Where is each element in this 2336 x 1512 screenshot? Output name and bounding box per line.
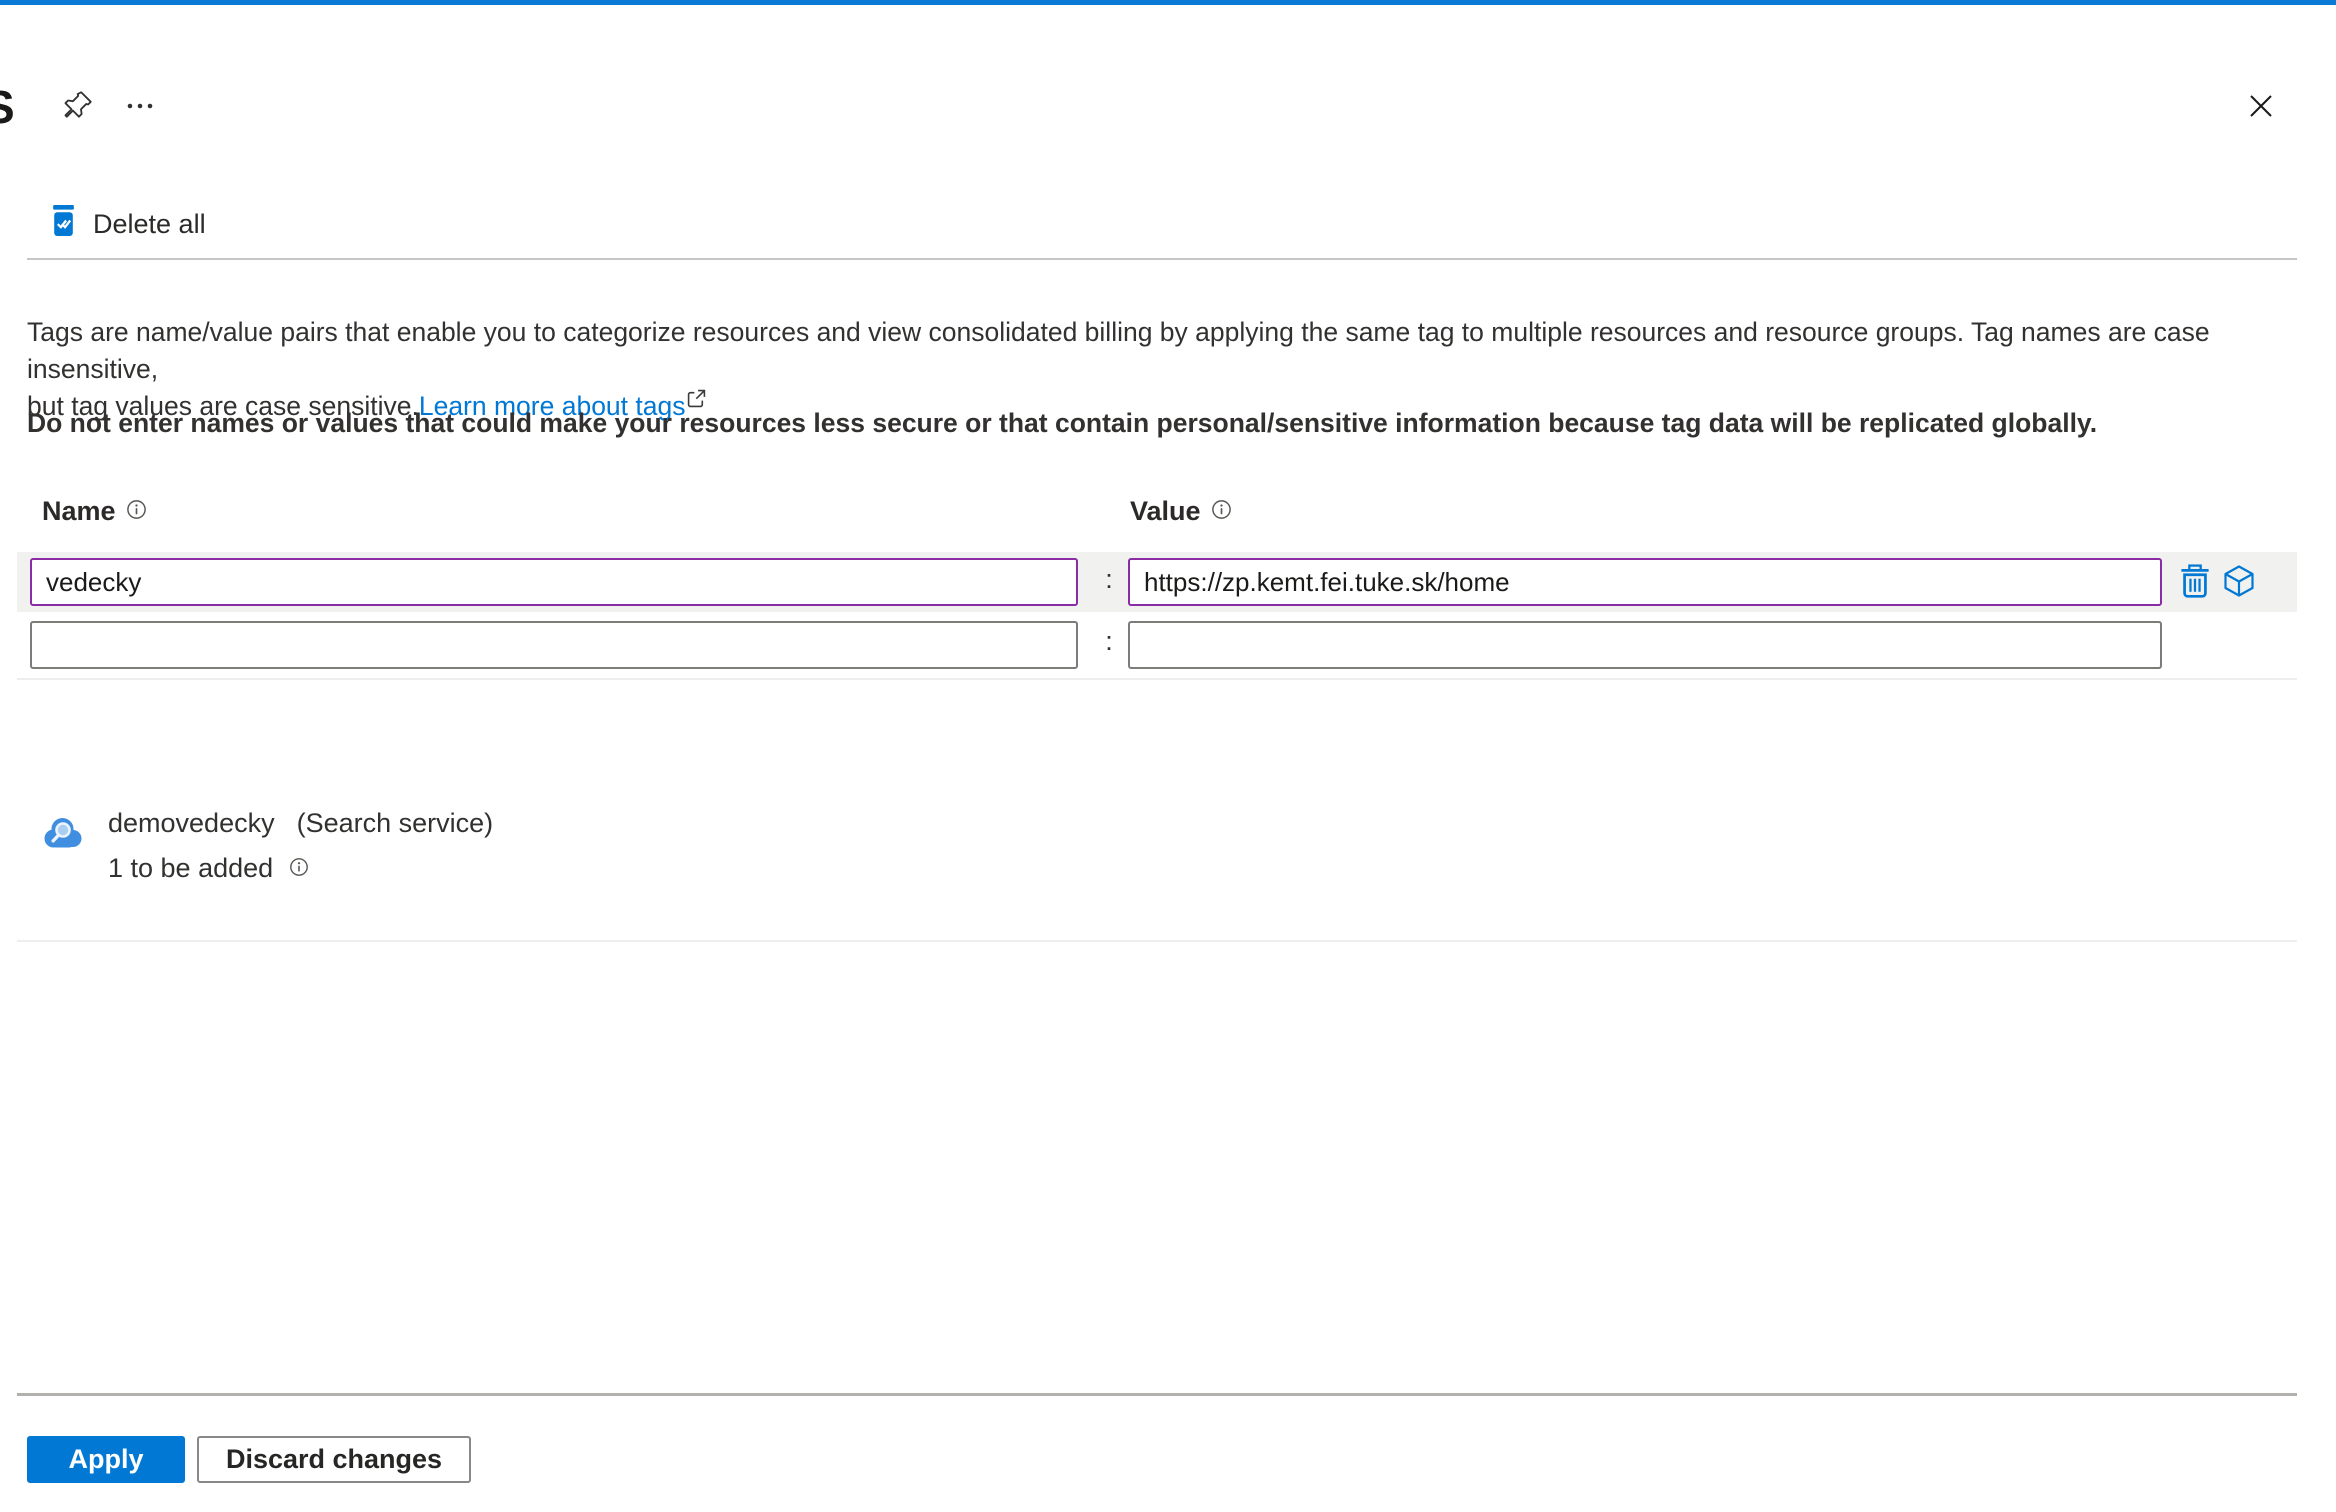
tag-value-input-1[interactable] — [1128, 558, 2162, 606]
commandbar-divider — [27, 258, 2297, 260]
value-header-label: Value — [1130, 496, 1201, 526]
top-accent-bar — [0, 0, 2336, 5]
close-icon — [2245, 90, 2277, 125]
more-options-button[interactable] — [118, 86, 162, 126]
resource-status: 1 to be added — [108, 853, 274, 883]
delete-all-icon — [50, 205, 77, 243]
apply-button[interactable]: Apply — [27, 1436, 185, 1483]
tag-row-2: : — [17, 614, 2297, 674]
footer-divider — [17, 1393, 2297, 1396]
rows-divider — [17, 678, 2297, 680]
ellipsis-icon — [125, 99, 155, 114]
name-value-separator: : — [1105, 564, 1113, 594]
close-button[interactable] — [2238, 84, 2284, 130]
name-column-header: Name — [42, 496, 147, 527]
delete-tag-row-button[interactable] — [2175, 561, 2215, 603]
delete-all-label: Delete all — [93, 208, 206, 239]
resource-divider — [17, 940, 2297, 942]
description-line1: Tags are name/value pairs that enable yo… — [27, 317, 2210, 384]
resource-type: (Search service) — [296, 808, 494, 838]
resource-name: demovedecky — [108, 808, 275, 838]
delete-all-button[interactable]: Delete all — [44, 202, 212, 246]
name-header-label: Name — [42, 496, 116, 526]
tag-name-input-1[interactable] — [30, 558, 1078, 606]
tags-blade: S — [0, 0, 2336, 1512]
tag-row-1: : — [17, 552, 2297, 612]
tag-name-input-2[interactable] — [30, 621, 1078, 669]
discard-changes-button[interactable]: Discard changes — [197, 1436, 471, 1483]
search-service-icon — [40, 814, 84, 856]
trash-icon — [2180, 563, 2210, 601]
name-value-separator: : — [1105, 626, 1113, 656]
pin-icon — [61, 88, 95, 125]
page-title-clipped: S — [0, 80, 15, 134]
info-icon[interactable] — [1211, 496, 1232, 527]
cube-icon — [2222, 564, 2256, 601]
security-warning-text: Do not enter names or values that could … — [27, 408, 2098, 438]
resource-status-line: 1 to be added — [108, 853, 309, 884]
info-icon[interactable] — [126, 496, 147, 527]
info-icon[interactable] — [289, 853, 309, 884]
resource-line: demovedecky (Search service) — [108, 808, 493, 839]
apply-to-resource-button[interactable] — [2219, 561, 2259, 603]
value-column-header: Value — [1130, 496, 1232, 527]
tag-value-input-2[interactable] — [1128, 621, 2162, 669]
pin-button[interactable] — [56, 84, 100, 128]
